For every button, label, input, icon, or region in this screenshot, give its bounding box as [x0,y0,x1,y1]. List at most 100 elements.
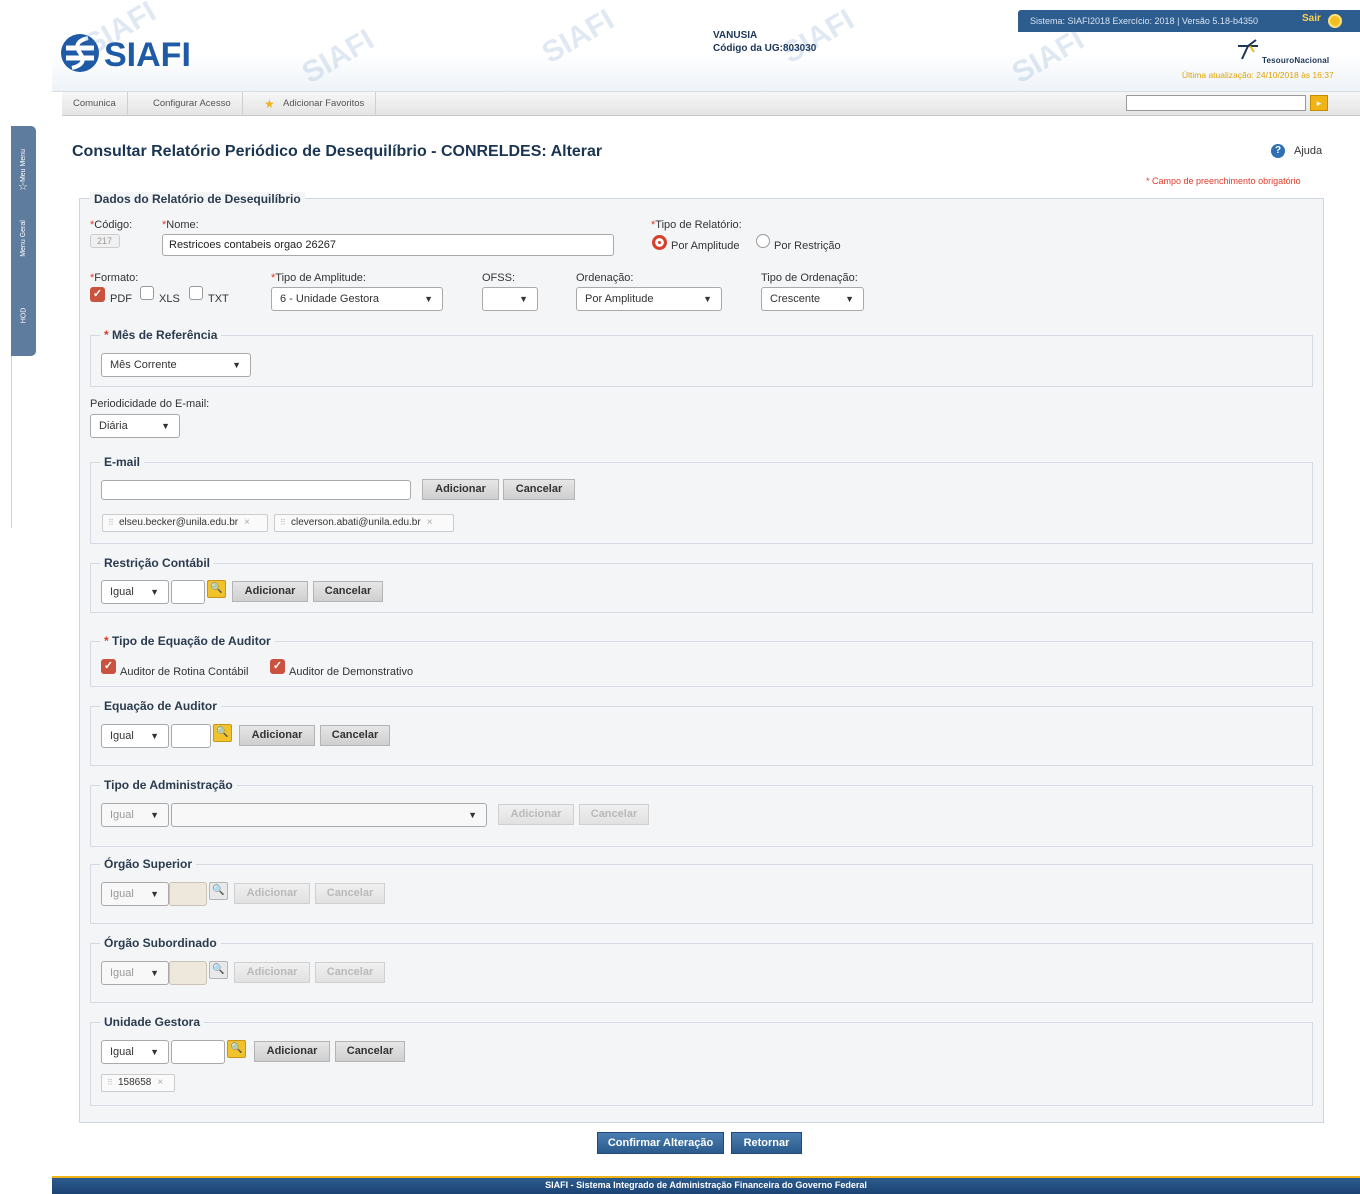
tipo-admin-cancel-button: Cancelar [579,804,649,825]
chevron-down-icon: ▼ [845,294,854,304]
email-add-button[interactable]: Adicionar [422,479,499,500]
last-update: Última atualização: 24/10/2018 às 16:37 [1182,70,1334,80]
remove-icon[interactable]: × [427,517,433,528]
mes-referencia-value: Mês Corrente [110,359,177,371]
menu-search-button[interactable]: ▸ [1310,95,1328,111]
operator-value: Igual [110,586,134,598]
operator-value: Igual [110,1046,134,1058]
periodicidade-select[interactable]: Diária ▼ [90,414,180,438]
radio-por-amplitude[interactable] [652,235,667,250]
restricao-search-icon[interactable]: 🔍 [207,580,226,598]
back-button[interactable]: Retornar [731,1132,802,1154]
equacao-cancel-button[interactable]: Cancelar [320,725,390,746]
restricao-cancel-button[interactable]: Cancelar [313,581,383,602]
operator-value: Igual [110,809,134,821]
tipo-ordenacao-select[interactable]: Crescente ▼ [761,287,864,311]
email-input[interactable] [101,480,411,500]
side-tab-label: HOD [20,307,27,323]
radio-por-restricao-label: Por Restrição [774,240,841,252]
restricao-operator-select[interactable]: Igual ▼ [101,580,169,604]
remove-icon[interactable]: × [157,1077,163,1088]
orgao-subordinado-legend: Órgão Subordinado [100,936,221,950]
footer-text: SIAFI - Sistema Integrado de Administraç… [545,1180,867,1190]
tipo-amplitude-label: *Tipo de Amplitude: [271,272,366,284]
restricao-code-input[interactable] [171,580,205,604]
chevron-down-icon: ▼ [519,294,528,304]
mes-referencia-select[interactable]: Mês Corrente ▼ [101,353,251,377]
tipo-ordenacao-value: Crescente [770,293,821,305]
help-link[interactable]: Ajuda [1294,145,1322,157]
tipo-amplitude-value: 6 - Unidade Gestora [280,293,380,305]
periodicidade-value: Diária [99,420,128,432]
tesouro-logo-icon [1238,39,1258,60]
chevron-down-icon: ▼ [150,587,159,597]
orgao-superior-add-button: Adicionar [234,883,310,904]
checkbox-demonstrativo-label: Auditor de Demonstrativo [289,666,414,678]
ofss-select[interactable]: ▼ [482,287,538,311]
side-tab-hod[interactable]: HOD [11,285,36,345]
tipo-admin-select: ▼ [171,803,487,827]
unidade-gestora-search-icon[interactable]: 🔍 [227,1040,246,1058]
checkbox-pdf[interactable]: ✓ [90,287,105,302]
chevron-down-icon: ▼ [161,421,170,431]
unidade-gestora-operator-select[interactable]: Igual ▼ [101,1040,169,1064]
grip-icon: ⠿ [280,518,286,527]
equacao-code-input[interactable] [171,724,211,748]
checkbox-rotina-contabil-label: Auditor de Rotina Contábil [120,666,249,678]
ug-tag-text: 158658 [118,1077,152,1088]
radio-por-amplitude-label: Por Amplitude [671,240,740,252]
confirm-button[interactable]: Confirmar Alteração [597,1132,724,1154]
remove-icon[interactable]: × [244,517,250,528]
ug-tag: ⠿ 158658 × [101,1074,175,1092]
chevron-down-icon: ▼ [150,810,159,820]
nome-input[interactable]: Restricoes contabeis orgao 26267 [162,234,614,256]
side-tab-menu-geral[interactable]: Menu Geral [11,203,36,273]
siafi-logo: SIAFI [61,34,191,74]
orgao-superior-cancel-button: Cancelar [315,883,385,904]
checkbox-xls-label: XLS [159,293,180,305]
equacao-search-icon[interactable]: 🔍 [213,724,232,742]
unidade-gestora-legend: Unidade Gestora [100,1015,205,1029]
help-icon[interactable]: ? [1271,144,1285,158]
chevron-down-icon: ▼ [468,810,477,820]
unidade-gestora-add-button[interactable]: Adicionar [254,1041,330,1062]
menu-item-configurar-acesso[interactable]: Configurar Acesso [142,92,243,116]
ordenacao-select[interactable]: Por Amplitude ▼ [576,287,722,311]
menu-item-adicionar-favoritos[interactable]: Adicionar Favoritos [272,92,377,116]
menu-search-input[interactable] [1126,95,1306,111]
checkbox-txt-label: TXT [208,293,229,305]
checkbox-xls[interactable] [140,286,154,300]
mes-referencia-panel [90,335,1313,387]
main-legend: Dados do Relatório de Desequilíbrio [90,192,305,206]
ordenacao-value: Por Amplitude [585,293,654,305]
chevron-down-icon: ▼ [150,968,159,978]
email-cancel-button[interactable]: Cancelar [503,479,575,500]
grip-icon: ⠿ [108,518,114,527]
equacao-add-button[interactable]: Adicionar [239,725,315,746]
tipo-amplitude-select[interactable]: 6 - Unidade Gestora ▼ [271,287,443,311]
email-tag-text: elseu.becker@unila.edu.br [119,517,239,528]
unidade-gestora-cancel-button[interactable]: Cancelar [335,1041,405,1062]
system-info: Sistema: SIAFI2018 Exercício: 2018 | Ver… [1030,16,1258,26]
orgao-superior-search-icon: 🔍 [209,882,228,900]
checkbox-rotina-contabil[interactable]: ✓ [101,659,116,674]
radio-por-restricao[interactable] [756,234,770,248]
equacao-operator-select[interactable]: Igual ▼ [101,724,169,748]
checkbox-txt[interactable] [189,286,203,300]
side-divider [11,356,12,528]
checkbox-pdf-label: PDF [110,293,132,305]
orgao-superior-legend: Órgão Superior [100,857,197,871]
unidade-gestora-code-input[interactable] [171,1040,225,1064]
menu-item-comunica[interactable]: Comunica [62,92,128,116]
email-tag: ⠿ elseu.becker@unila.edu.br × [102,514,268,532]
mes-referencia-legend: * Mês de Referência [100,328,222,342]
checkbox-demonstrativo[interactable]: ✓ [270,659,285,674]
orgao-subordinado-add-button: Adicionar [234,962,310,983]
orgao-subordinado-operator-select: Igual ▼ [101,961,169,985]
logout-button[interactable]: Sair [1302,13,1321,29]
logout-icon[interactable] [1328,14,1342,28]
side-tab-label: Meu Menu [20,148,28,182]
operator-value: Igual [110,730,134,742]
tipo-ordenacao-label: Tipo de Ordenação: [761,272,858,284]
restricao-add-button[interactable]: Adicionar [232,581,308,602]
